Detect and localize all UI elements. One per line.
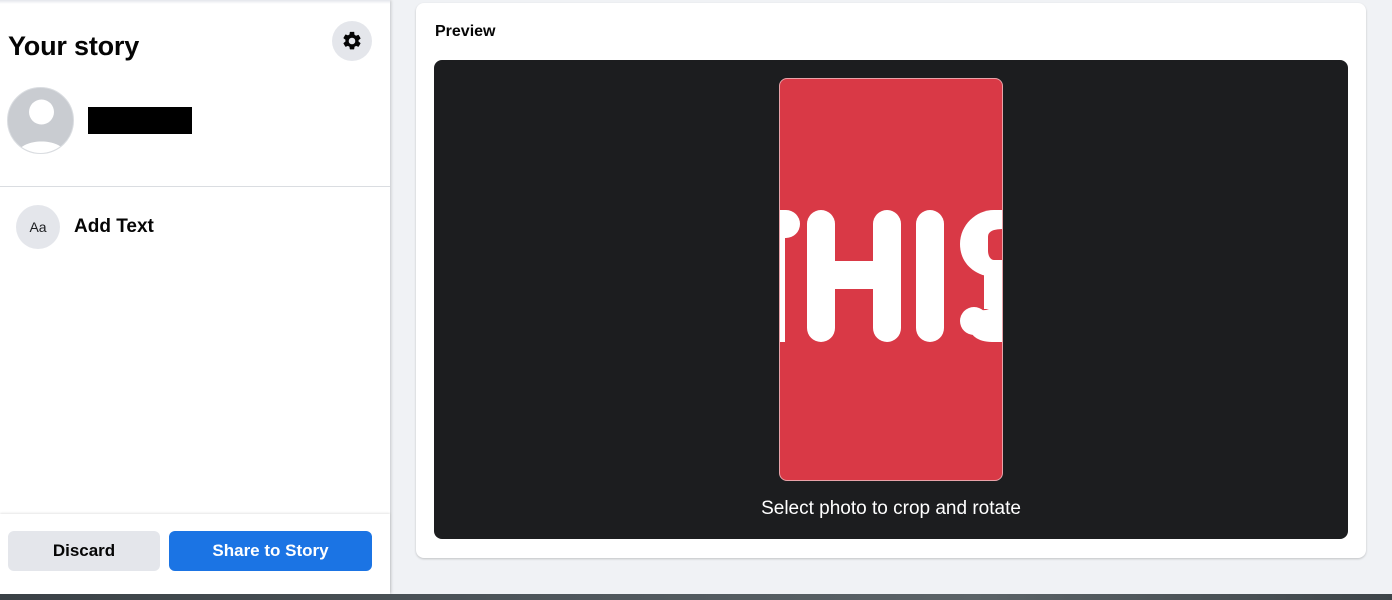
text-aa-icon: Aa — [16, 205, 60, 249]
sidebar-divider — [0, 186, 390, 187]
discard-button[interactable]: Discard — [8, 531, 160, 571]
default-avatar-icon — [17, 99, 66, 153]
page-title: Your story — [8, 31, 140, 61]
crop-hint-text: Select photo to crop and rotate — [761, 498, 1021, 519]
share-to-story-button[interactable]: Share to Story — [169, 531, 372, 571]
preview-label: Preview — [435, 23, 496, 40]
avatar[interactable] — [7, 87, 74, 154]
preview-card: Preview Select photo to crop and rotate — [416, 3, 1366, 558]
sidebar-top-edge — [0, 0, 390, 4]
story-text-graphic — [780, 210, 1002, 342]
taskbar-edge — [0, 594, 1392, 600]
sidebar-footer: Discard Share to Story — [0, 514, 390, 594]
gear-icon — [343, 31, 361, 50]
settings-button[interactable] — [332, 21, 372, 61]
preview-canvas: Select photo to crop and rotate — [434, 60, 1348, 539]
story-preview-card[interactable] — [779, 78, 1003, 481]
story-sidebar: Your story Aa Add Text Discard Share to … — [0, 0, 390, 594]
add-text-button[interactable]: Aa Add Text — [8, 201, 382, 253]
add-text-label: Add Text — [74, 216, 154, 237]
username-redacted — [88, 107, 192, 134]
